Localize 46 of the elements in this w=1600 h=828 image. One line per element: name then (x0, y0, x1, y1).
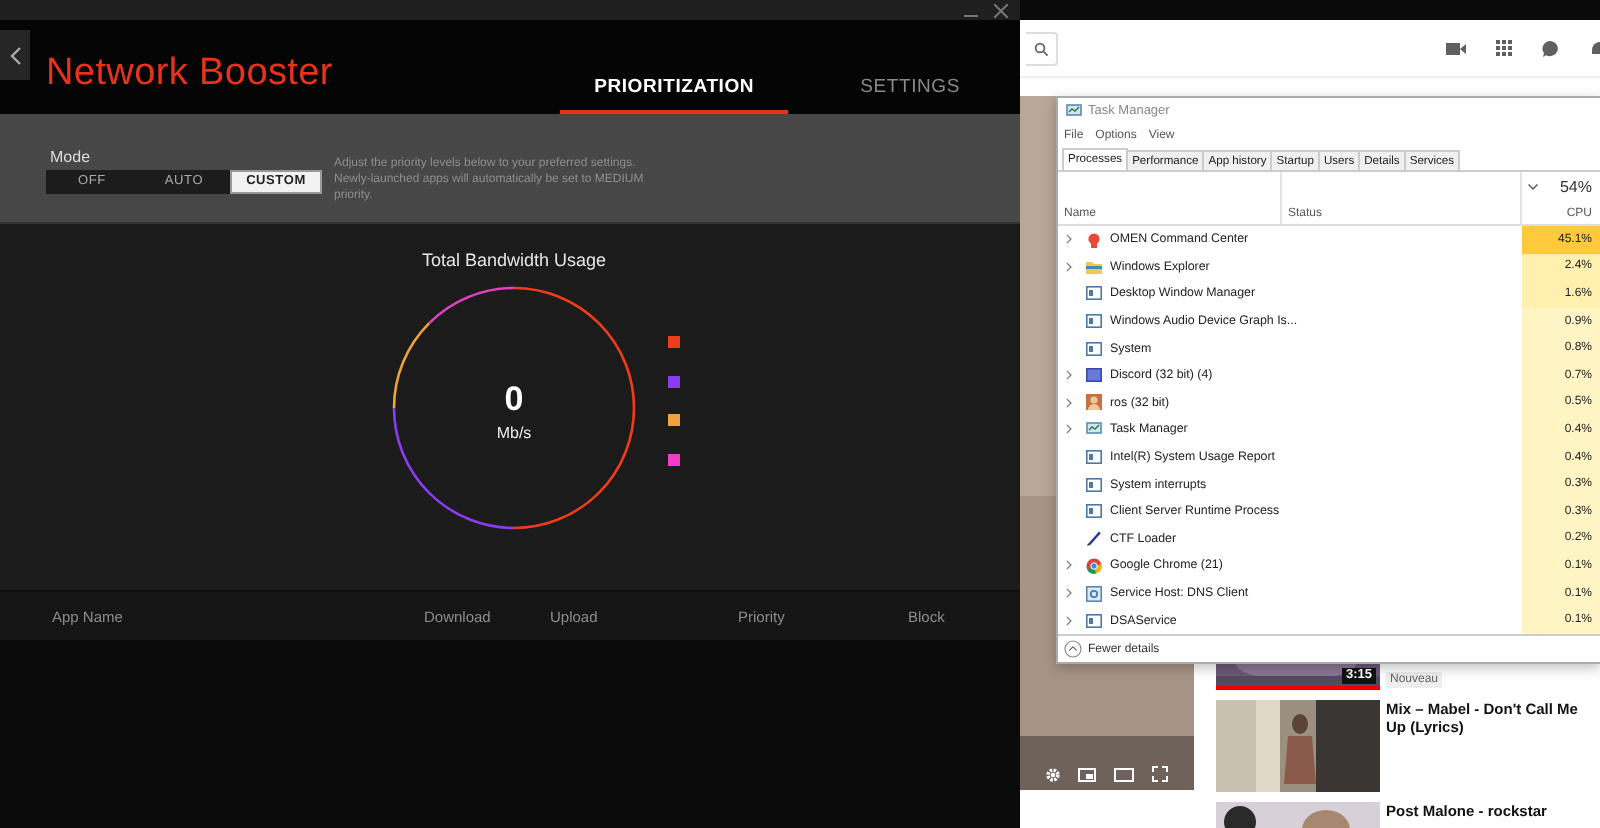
search-icon (1034, 41, 1048, 55)
theater-mode-icon[interactable] (1114, 767, 1134, 781)
app-icon (1086, 231, 1102, 248)
close-icon[interactable] (994, 3, 1008, 17)
browser-icon (1086, 557, 1102, 574)
search-field[interactable] (1026, 31, 1058, 65)
video-camera-icon[interactable] (1446, 41, 1466, 55)
bandwidth-unit: Mb/s (496, 424, 532, 442)
expand-chevron-icon[interactable] (1066, 397, 1072, 408)
expand-chevron-icon[interactable] (1066, 588, 1072, 599)
cpu-total: 54% (1559, 178, 1592, 196)
window-icon (1086, 341, 1102, 356)
tab[interactable]: SETTINGS (832, 76, 988, 114)
window-icon (1086, 286, 1102, 301)
window-icon (1086, 613, 1102, 628)
window-icon (1086, 477, 1102, 492)
window-icon (1086, 450, 1102, 465)
window-icon (1086, 504, 1102, 519)
chevron-left-icon (9, 45, 21, 65)
chat-app-icon (1086, 368, 1102, 383)
folder-icon (1086, 259, 1102, 274)
expand-chevron-icon[interactable] (1066, 234, 1072, 245)
chart-title: Total Bandwidth Usage (421, 250, 607, 270)
task-manager-icon (1066, 104, 1082, 118)
expand-chevron-icon[interactable] (1066, 370, 1072, 381)
bandwidth-value: 0 (504, 382, 524, 416)
fullscreen-icon[interactable] (1152, 766, 1168, 782)
mode-label: Mode (50, 147, 93, 165)
miniplayer-icon[interactable] (1078, 767, 1096, 781)
expand-chevron-icon[interactable] (1066, 424, 1072, 435)
sort-caret-icon (1528, 184, 1538, 190)
settings-icon[interactable] (1046, 767, 1060, 781)
monitor-icon (1086, 422, 1102, 437)
avatar-icon (1086, 394, 1102, 411)
expand-chevron-icon[interactable] (1066, 261, 1072, 272)
gear-icon (1086, 585, 1102, 602)
apps-grid-icon[interactable] (1496, 40, 1512, 56)
chevron-up-circle-icon (1064, 640, 1082, 658)
back-button[interactable] (0, 30, 30, 80)
bell-icon[interactable] (1590, 39, 1600, 57)
chat-bubble-icon[interactable] (1542, 39, 1560, 57)
expand-chevron-icon[interactable] (1066, 560, 1072, 571)
window-icon (1086, 314, 1102, 329)
app-title: Network Booster (46, 52, 333, 96)
pen-icon (1086, 530, 1102, 547)
expand-chevron-icon[interactable] (1066, 615, 1072, 626)
